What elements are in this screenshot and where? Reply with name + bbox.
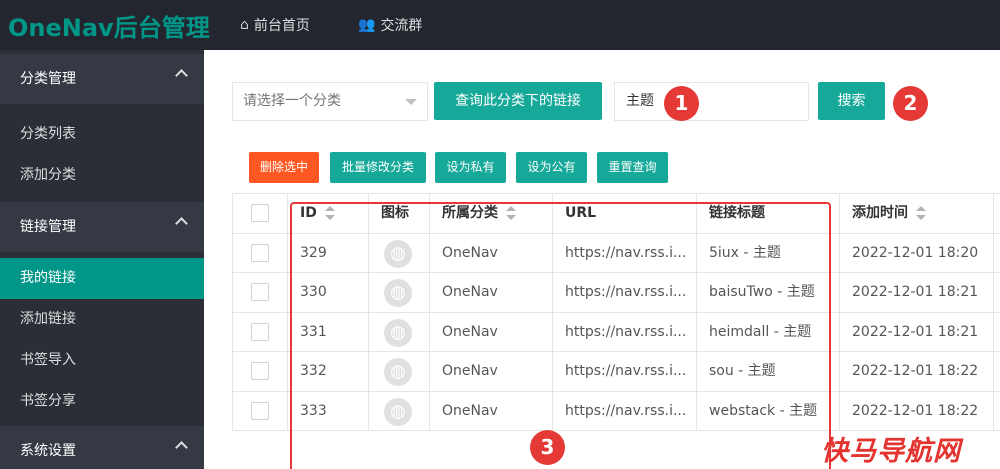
chevron-up-icon [175,217,188,230]
table-overflow-cell [994,352,1000,391]
row-checkbox[interactable] [251,322,269,341]
row-checkbox-cell [233,312,288,351]
sidebar-item-bookmark-share[interactable]: 书签分享 [0,381,204,422]
sidebar-group-category[interactable]: 分类管理 [0,54,204,104]
sidebar-group-label: 链接管理 [20,219,76,235]
annotation-badge-1: 1 [664,86,699,121]
row-checkbox-cell [233,352,288,391]
chevron-up-icon [175,69,188,82]
column-header-time[interactable]: 添加时间 [840,194,994,233]
annotation-badge-2: 2 [893,86,928,121]
category-select[interactable]: 请选择一个分类 [232,82,428,121]
nav-group-link[interactable]: 👥 交流群 [358,0,422,50]
top-header: OneNav后台管理 ⌂ 前台首页 👥 交流群 [0,0,1000,50]
column-label: 添加时间 [852,205,908,221]
table-overflow-cell [994,313,1000,352]
caret-down-icon [405,99,417,105]
site-watermark: 快马导航网 [821,436,961,467]
nav-home-link[interactable]: ⌂ 前台首页 [240,0,310,50]
sidebar-item-add-link[interactable]: 添加链接 [0,299,204,340]
sidebar-item-my-links[interactable]: 我的链接 [0,258,204,299]
annotation-highlight-box [290,202,831,469]
cell-time: 2022-12-01 18:22 [840,391,994,430]
sidebar-group-links[interactable]: 链接管理 [0,202,204,252]
batch-category-button[interactable]: 批量修改分类 [330,152,426,183]
row-checkbox[interactable] [251,362,269,380]
nav-home-label: 前台首页 [253,18,310,34]
row-checkbox-cell [233,273,288,312]
set-public-button[interactable]: 设为公有 [516,152,587,183]
sidebar-group-label: 系统设置 [20,443,76,459]
sort-icon[interactable] [916,206,926,220]
sidebar-group-label: 分类管理 [20,71,76,87]
table-overflow-cell [994,392,1000,431]
sidebar-group-settings[interactable]: 系统设置 [0,426,204,469]
annotation-badge-3: 3 [530,430,565,465]
row-checkbox[interactable] [251,283,269,301]
chevron-up-icon [175,441,188,454]
app-logo[interactable]: OneNav后台管理 [8,8,210,43]
row-checkbox-cell [233,391,288,430]
search-button[interactable]: 搜索 [818,82,885,120]
row-checkbox-cell [233,233,288,272]
nav-group-label: 交流群 [380,18,423,34]
delete-selected-button[interactable]: 删除选中 [249,152,319,183]
table-overflow-cell [994,234,1000,273]
select-all-checkbox[interactable] [251,204,269,222]
cell-time: 2022-12-01 18:20 [840,233,994,272]
category-select-placeholder: 请选择一个分类 [243,93,341,109]
sidebar-item-add-category[interactable]: 添加分类 [0,155,204,196]
main-content: 请选择一个分类 查询此分类下的链接 主题 搜索 1 2 删除选中 批量修改分类 … [204,50,1000,469]
set-private-button[interactable]: 设为私有 [435,152,506,183]
sidebar: 分类管理 分类列表 添加分类 链接管理 我的链接 添加链接 书签导入 书签分享 … [0,50,204,469]
cell-time: 2022-12-01 18:21 [840,312,994,351]
reset-query-button[interactable]: 重置查询 [597,152,668,183]
cell-time: 2022-12-01 18:21 [840,273,994,312]
home-icon: ⌂ [240,17,249,33]
table-overflow-cell [994,273,1000,312]
table-overflow-cell [994,194,1000,233]
users-icon: 👥 [358,17,376,33]
row-checkbox[interactable] [251,243,269,262]
cell-time: 2022-12-01 18:22 [840,352,994,391]
search-input[interactable]: 主题 [614,82,809,121]
sidebar-item-category-list[interactable]: 分类列表 [0,114,204,155]
query-category-button[interactable]: 查询此分类下的链接 [434,82,602,120]
header-checkbox-cell [233,194,288,233]
sidebar-item-bookmark-import[interactable]: 书签导入 [0,340,204,381]
row-checkbox[interactable] [251,401,269,420]
